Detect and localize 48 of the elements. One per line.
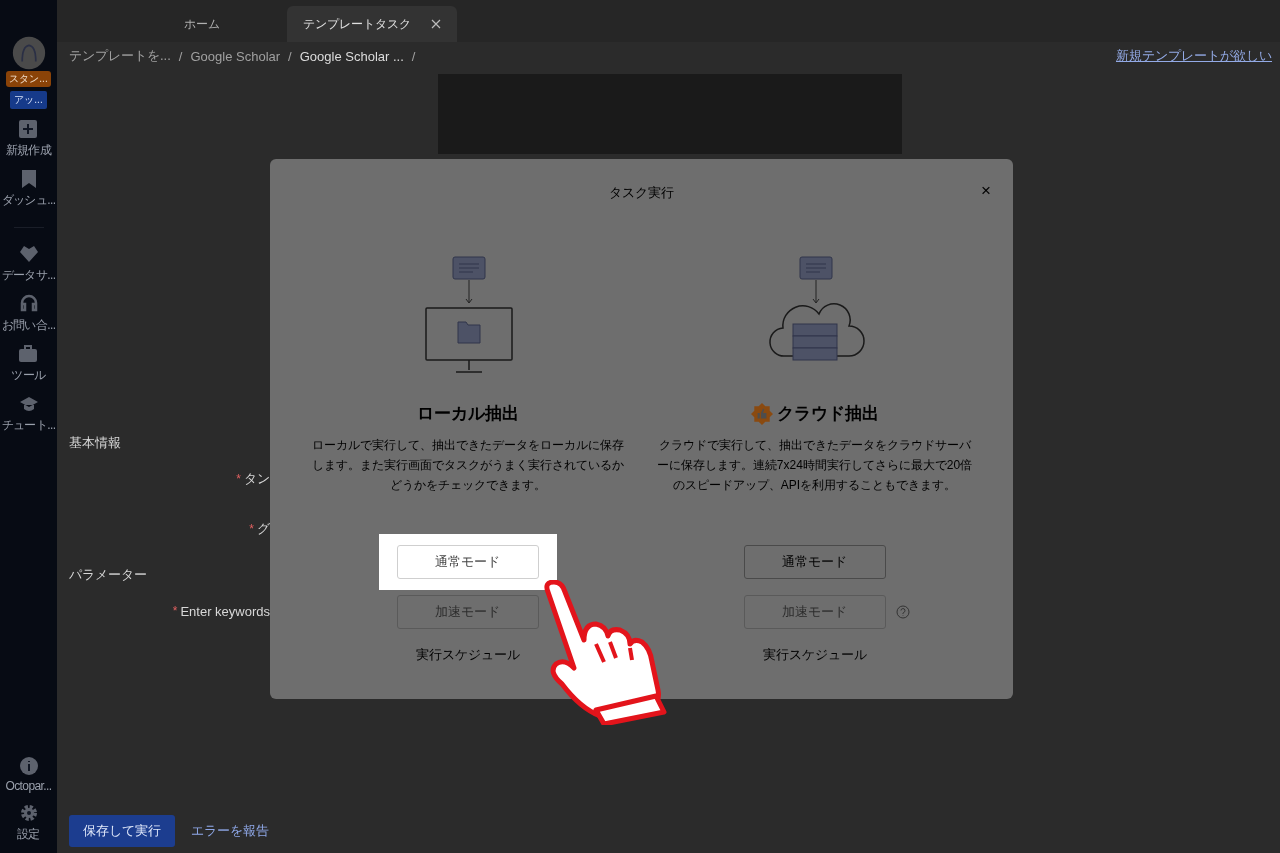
plan-badge: スタン... (6, 71, 51, 87)
avatar-icon[interactable] (11, 36, 46, 70)
sidebar-label[interactable]: 設定 (17, 826, 40, 843)
report-error-link[interactable]: エラーを報告 (191, 822, 269, 840)
field-label: Enter keywords (180, 603, 270, 619)
dialog-title: タスク実行 (609, 184, 674, 202)
option-title: ローカル抽出 (416, 403, 519, 425)
upgrade-button[interactable]: アッ... (10, 91, 47, 109)
section-title: 基本情報 (68, 434, 122, 452)
info-icon[interactable] (18, 756, 39, 776)
option-description: クラウドで実行して、抽出できたデータをクラウドサーバーに保存します。連続7x24時間実行してさらに最大で20倍のスピードアップ、APIを利用することもできます。 (655, 437, 974, 494)
required-mark: * (236, 472, 241, 486)
required-mark: * (172, 604, 178, 618)
required-mark: * (249, 522, 254, 536)
sidebar-label[interactable]: データサ... (1, 267, 56, 284)
save-and-run-button[interactable]: 保存して実行 (69, 815, 175, 847)
schedule-link[interactable]: 実行スケジュール (762, 646, 867, 664)
close-button[interactable]: × (981, 181, 991, 201)
new-template-link[interactable]: 新規テンプレートが欲しい (1116, 47, 1272, 65)
headset-icon[interactable] (18, 294, 39, 314)
sidebar-label[interactable]: ダッシュ... (1, 192, 56, 209)
breadcrumb-separator: / (178, 48, 183, 64)
section-title: パラメーター (68, 566, 148, 584)
mode-button[interactable]: 通常モード (743, 545, 886, 579)
option-title: クラウド抽出 (776, 403, 879, 425)
breadcrumb-separator: / (288, 48, 292, 64)
close-icon[interactable] (431, 19, 441, 29)
mode-button[interactable]: 通常モード (396, 545, 539, 579)
toolbox-icon[interactable] (18, 344, 39, 364)
plus-icon[interactable] (18, 119, 39, 139)
field-label: タン (244, 470, 270, 488)
settings-icon[interactable] (18, 803, 39, 823)
tab[interactable]: テンプレートタスク (287, 6, 457, 42)
sidebar-label[interactable]: お問い合... (1, 317, 56, 334)
sidebar-label[interactable]: チュート... (1, 417, 56, 434)
cap-icon[interactable] (18, 394, 39, 414)
field-label: グ (257, 520, 270, 538)
schedule-link[interactable]: 実行スケジュール (415, 646, 520, 664)
sidebar-label[interactable]: Octopar... (5, 779, 52, 793)
heart-icon[interactable] (18, 244, 39, 264)
tab[interactable]: ホーム (117, 6, 287, 42)
option-description: ローカルで実行して、抽出できたデータをローカルに保存します。また実行画面でタスクがうまく実行されているかどうかをチェックできます。 (310, 437, 625, 494)
breadcrumb-item[interactable]: Google Scholar ... (299, 48, 404, 64)
breadcrumb-item[interactable]: Google Scholar (190, 48, 281, 64)
sidebar-label[interactable]: ツール (11, 367, 46, 384)
breadcrumb-item[interactable]: テンプレートを... (69, 47, 171, 65)
sidebar-label[interactable]: 新規作成 (5, 142, 52, 159)
breadcrumb-separator: / (411, 48, 416, 64)
